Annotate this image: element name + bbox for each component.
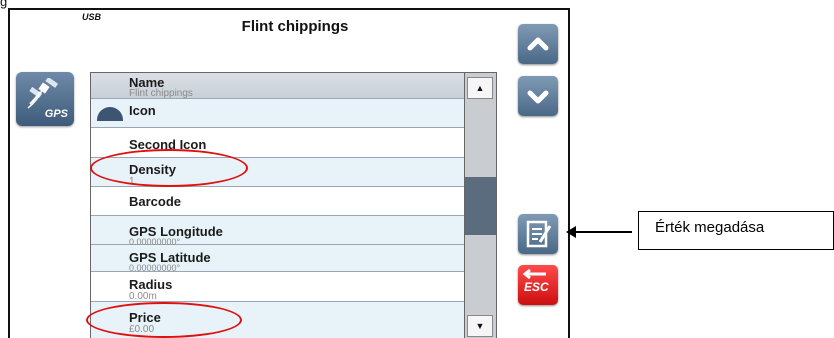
- callout-arrow-line: [574, 231, 632, 233]
- scroll-up-arrow[interactable]: ▲: [467, 77, 493, 99]
- list-item-icon[interactable]: Icon: [91, 99, 464, 128]
- gps-button[interactable]: GPS: [16, 72, 74, 126]
- esc-button-label: ESC: [524, 280, 549, 294]
- list-item-gps-longitude[interactable]: GPS Longitude 0.00000000°: [91, 216, 464, 247]
- chevron-down-icon: [527, 90, 549, 104]
- scroll-thumb[interactable]: [465, 177, 496, 235]
- list-item-label: Radius: [129, 277, 173, 292]
- icon-preview: [97, 107, 123, 121]
- page-up-button[interactable]: [518, 24, 558, 64]
- list-item-label: Barcode: [129, 194, 182, 209]
- list-item-label: Icon: [129, 103, 156, 118]
- price-highlight-oval: [86, 302, 242, 338]
- list-item-name[interactable]: Name Flint chippings: [91, 73, 464, 99]
- edit-note-icon: [526, 220, 552, 248]
- chevron-up-icon: [527, 37, 549, 51]
- list-item-value: Flint chippings: [129, 88, 193, 99]
- esc-button[interactable]: ESC: [518, 265, 558, 305]
- callout-arrow-head-icon: [566, 226, 576, 238]
- figure-label: g: [0, 0, 8, 9]
- edit-value-button[interactable]: [518, 214, 558, 254]
- list-item-barcode[interactable]: Barcode: [91, 187, 464, 216]
- list-item-value: 0.00m: [129, 291, 157, 302]
- density-highlight-oval: [90, 149, 248, 187]
- page-title: Flint chippings: [241, 18, 349, 35]
- usb-indicator: USB: [82, 12, 102, 22]
- callout-box: Érték megadása: [638, 211, 834, 250]
- gps-button-label: GPS: [44, 108, 68, 120]
- list-item-gps-latitude[interactable]: GPS Latitude 0.00000000°: [91, 245, 464, 273]
- scroll-down-arrow[interactable]: ▼: [467, 315, 493, 337]
- properties-list: Name Flint chippings Icon Second Icon De…: [90, 72, 497, 338]
- list-item-radius[interactable]: Radius 0.00m: [91, 272, 464, 302]
- list-scrollbar[interactable]: ▲ ▼: [464, 73, 496, 338]
- satellite-icon: [27, 78, 59, 109]
- page-down-button[interactable]: [518, 76, 558, 116]
